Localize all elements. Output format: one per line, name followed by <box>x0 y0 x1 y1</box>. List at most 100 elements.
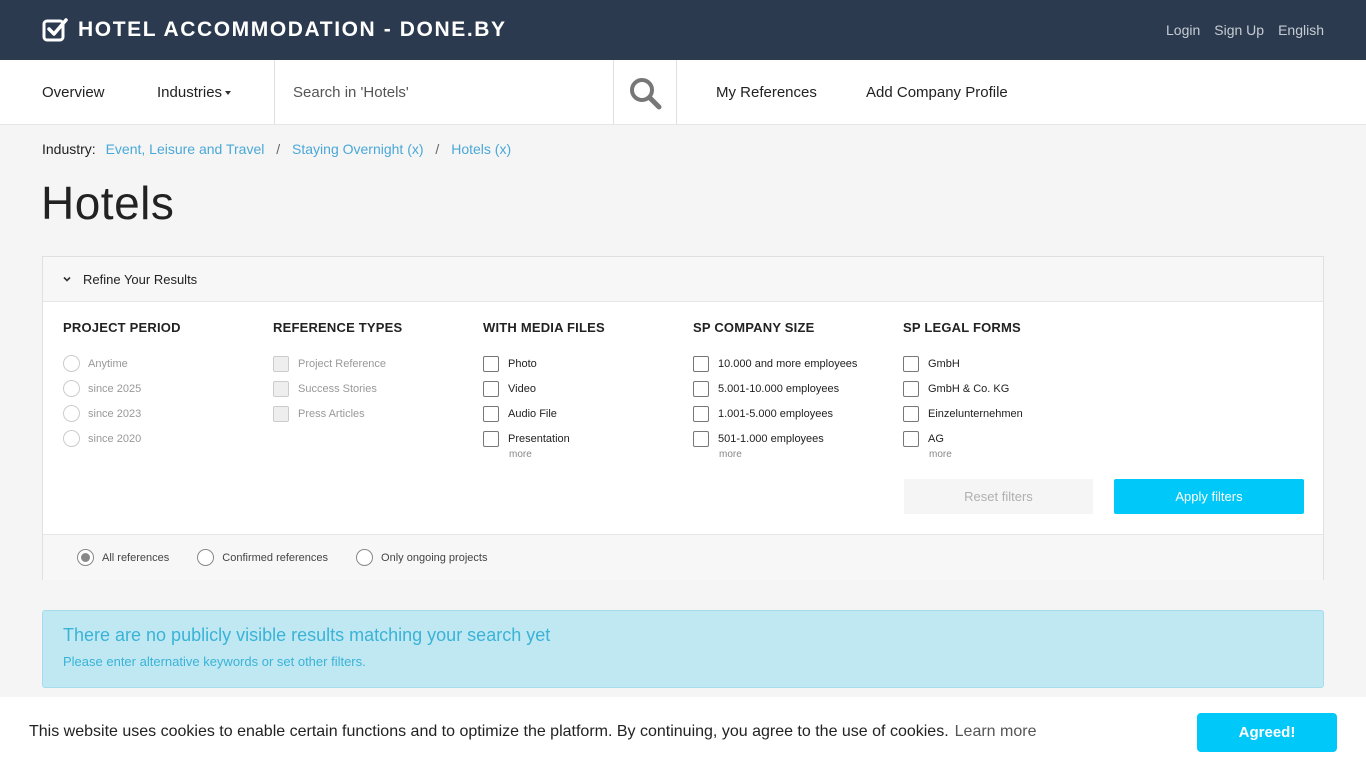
breadcrumb-item[interactable]: Hotels (x) <box>451 141 511 157</box>
checkbox-option[interactable]: Einzelunternehmen <box>903 401 1103 426</box>
radio-option[interactable]: since 2023 <box>63 401 263 426</box>
caret-down-icon <box>225 91 232 96</box>
checkbox-option[interactable]: AG <box>903 426 1103 451</box>
checkbox <box>273 380 289 397</box>
checkbox <box>483 380 499 397</box>
option-label: since 2025 <box>88 382 142 395</box>
checkbox-option[interactable]: Video <box>483 376 683 401</box>
checkbox <box>903 430 919 447</box>
chevron-down-icon <box>63 276 71 282</box>
nav-add-company-profile[interactable]: Add Company Profile <box>866 84 1008 101</box>
option-label: 5.001-10.000 employees <box>718 382 840 395</box>
radio <box>63 380 80 397</box>
checkbox-logo-icon <box>42 18 68 42</box>
option-label: 501-1.000 employees <box>718 432 824 445</box>
radio-checked <box>77 549 94 566</box>
nav-overview[interactable]: Overview <box>42 84 105 101</box>
breadcrumb: Industry: Event, Leisure and Travel / St… <box>42 141 511 157</box>
filter-company-size: SP COMPANY SIZE 10.000 and more employee… <box>693 320 893 460</box>
breadcrumb-item[interactable]: Staying Overnight (x) <box>292 141 424 157</box>
brand[interactable]: HOTEL ACCOMMODATION - DONE.BY <box>42 17 507 43</box>
checkbox-option[interactable]: 1.001-5.000 employees <box>693 401 893 426</box>
filter-title: SP LEGAL FORMS <box>903 320 1021 335</box>
breadcrumb-item[interactable]: Event, Leisure and Travel <box>106 141 265 157</box>
more-link[interactable]: more <box>509 449 683 460</box>
checkbox-option[interactable]: Press Articles <box>273 401 473 426</box>
filter-title: SP COMPANY SIZE <box>693 320 815 335</box>
refine-toggle[interactable]: Refine Your Results <box>43 257 1323 302</box>
main-nav: Overview Industries My References Add Co… <box>0 60 1366 125</box>
radio <box>63 430 80 447</box>
checkbox <box>903 355 919 372</box>
radio-ongoing-projects[interactable]: Only ongoing projects <box>356 549 487 566</box>
option-label: Einzelunternehmen <box>928 407 1023 420</box>
refine-panel: Refine Your Results PROJECT PERIOD Anyti… <box>42 256 1324 580</box>
filter-media-files: WITH MEDIA FILES Photo Video Audio File … <box>483 320 683 460</box>
checkbox <box>483 430 499 447</box>
language-link[interactable]: English <box>1278 22 1324 38</box>
checkbox <box>483 405 499 422</box>
top-links: Login Sign Up English <box>1166 22 1324 38</box>
filter-title: REFERENCE TYPES <box>273 320 403 335</box>
radio-option[interactable]: Anytime <box>63 351 263 376</box>
signup-link[interactable]: Sign Up <box>1214 22 1264 38</box>
radio <box>356 549 374 566</box>
alert-title: There are no publicly visible results ma… <box>63 625 551 645</box>
option-label: Success Stories <box>298 382 377 395</box>
nav-industries[interactable]: Industries <box>157 84 232 101</box>
search-button[interactable] <box>614 60 677 125</box>
option-label: Photo <box>508 357 537 370</box>
checkbox <box>693 405 709 422</box>
option-label: GmbH <box>928 357 960 370</box>
option-label: Presentation <box>508 432 570 445</box>
cookie-accept-button[interactable]: Agreed! <box>1197 713 1337 752</box>
option-label: Confirmed references <box>222 551 329 564</box>
option-label: Video <box>508 382 536 395</box>
search-input[interactable] <box>275 60 613 125</box>
checkbox-option[interactable]: 501-1.000 employees <box>693 426 893 451</box>
search-icon <box>630 77 662 109</box>
filter-reference-types: REFERENCE TYPES Project Reference Succes… <box>273 320 473 426</box>
alert-text: Please enter alternative keywords or set… <box>63 654 366 669</box>
checkbox-option[interactable]: 5.001-10.000 employees <box>693 376 893 401</box>
option-label: All references <box>102 551 170 564</box>
checkbox <box>273 355 289 372</box>
learn-more-link[interactable]: Learn more <box>955 723 1037 740</box>
option-label: AG <box>928 432 944 445</box>
radio-all-references[interactable]: All references <box>77 549 169 566</box>
radio-confirmed-references[interactable]: Confirmed references <box>197 549 328 566</box>
checkbox-option[interactable]: Success Stories <box>273 376 473 401</box>
breadcrumb-separator: / <box>276 141 281 157</box>
top-bar: HOTEL ACCOMMODATION - DONE.BY Login Sign… <box>0 0 1366 60</box>
brand-title: HOTEL ACCOMMODATION - DONE.BY <box>78 18 507 41</box>
option-label: since 2023 <box>88 407 142 420</box>
checkbox-option[interactable]: Audio File <box>483 401 683 426</box>
breadcrumb-label: Industry: <box>42 141 96 157</box>
filter-title: PROJECT PERIOD <box>63 320 181 335</box>
cookie-message: This website uses cookies to enable cert… <box>29 723 949 740</box>
reference-filter: All references Confirmed references Only… <box>43 534 1323 580</box>
more-link[interactable]: more <box>719 449 893 460</box>
checkbox <box>693 380 709 397</box>
filter-columns: PROJECT PERIOD Anytime since 2025 since … <box>43 302 1323 534</box>
checkbox <box>273 405 289 422</box>
checkbox-option[interactable]: GmbH & Co. KG <box>903 376 1103 401</box>
nav-my-references[interactable]: My References <box>716 84 817 101</box>
reset-filters-button[interactable]: Reset filters <box>904 479 1093 514</box>
apply-filters-button[interactable]: Apply filters <box>1114 479 1304 514</box>
option-label: since 2020 <box>88 432 142 445</box>
checkbox-option[interactable]: Photo <box>483 351 683 376</box>
radio <box>197 549 215 566</box>
checkbox-option[interactable]: 10.000 and more employees <box>693 351 893 376</box>
radio-option[interactable]: since 2025 <box>63 376 263 401</box>
checkbox <box>483 355 499 372</box>
search-box <box>274 60 614 125</box>
radio-option[interactable]: since 2020 <box>63 426 263 451</box>
checkbox-option[interactable]: Project Reference <box>273 351 473 376</box>
more-link[interactable]: more <box>929 449 1103 460</box>
refine-title: Refine Your Results <box>83 271 198 287</box>
radio <box>63 405 80 422</box>
login-link[interactable]: Login <box>1166 22 1200 38</box>
checkbox-option[interactable]: GmbH <box>903 351 1103 376</box>
checkbox-option[interactable]: Presentation <box>483 426 683 451</box>
